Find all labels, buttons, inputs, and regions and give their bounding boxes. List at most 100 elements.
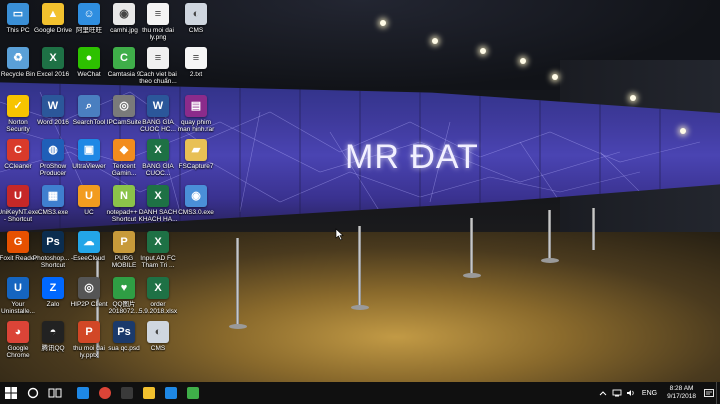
calculator-icon [121,387,133,399]
qq-icon: ◓ [42,321,64,343]
excel-doc-icon: X [147,139,169,161]
uninstaller-icon: U [7,277,29,299]
taskbar-app-button[interactable] [116,382,138,404]
tencent-gaming-icon: ◆ [113,139,135,161]
uc-browser-icon: U [78,185,100,207]
aliwangwang-icon: ☺ [78,3,100,25]
hip2p-icon: ◎ [78,277,100,299]
recycle-bin-icon: ♻ [7,47,29,69]
tray-overflow-button[interactable] [596,382,610,404]
desktop-icon[interactable]: ◕ Google Chrome [0,321,36,359]
ccleaner-icon: C [7,139,29,161]
folder-icon: ▰ [185,139,207,161]
desktop-icon[interactable]: Xorder 5.9.2018.xlsx [139,277,177,315]
text-file-icon: ≡ [185,47,207,69]
clock-date: 9/17/2018 [667,393,696,400]
desktop-icon[interactable]: ≡ 2.txt [178,47,214,78]
speaker-icon [626,390,634,396]
system-tray: ENG 8:28 AM 9/17/2018 [596,382,720,404]
this-pc-icon: ▭ [7,3,29,25]
camtasia-icon [187,387,199,399]
start-button[interactable] [0,382,22,404]
cms-icon: ◐ [185,3,207,25]
pptx-file-icon: P [78,321,100,343]
taskbar-clock[interactable]: 8:28 AM 9/17/2018 [661,385,702,401]
tray-network-button[interactable] [610,382,624,404]
edge-icon [77,387,89,399]
notification-icon [704,388,714,397]
desktop-icon[interactable]: U UniKeyNT.exe - Shortcut [0,185,39,223]
store-icon [165,387,177,399]
desktop-icon[interactable]: ◉ CMS3.0.exe [178,185,214,216]
excel-doc-icon: X [147,231,169,253]
ultraviewer-icon: ▣ [78,139,100,161]
norton-icon: ✓ [7,95,29,117]
desktop-icon[interactable]: ◐ CMS [140,321,176,352]
desktop-icon[interactable]: Pthu moi dai ly.pptx [71,321,107,359]
cortana-search-button[interactable] [22,382,44,404]
desktop-icon[interactable]: ◐ CMS [178,3,214,34]
rar-archive-icon: ▤ [185,95,207,117]
document-icon: ≡ [147,47,169,69]
unikey-icon: U [7,185,29,207]
taskbar-app-button[interactable] [138,382,160,404]
task-view-icon [48,388,62,398]
desktop-icon[interactable]: X Excel 2016 [35,47,71,78]
eseecloud-icon: ☁ [78,231,100,253]
zalo-icon: Z [42,277,64,299]
desktop-icon[interactable]: X BANG GIA CUOC... [140,139,176,177]
desktop-icon[interactable]: ▲ Google Drive [34,3,72,34]
desktop-icon[interactable]: Z Zalo [35,277,71,308]
taskbar-app-button[interactable] [182,382,204,404]
desktop-icon[interactable]: X DANH SACH KHACH HA... [138,185,178,223]
word-icon: W [42,95,64,117]
cms3-icon: ▦ [42,185,64,207]
desktop-icon-label: quay phim man hinh.rar [177,119,215,133]
task-view-button[interactable] [44,382,66,404]
desktop-icon[interactable]: W Word 2016 [35,95,71,126]
windows-logo-icon [5,387,17,399]
foxit-reader-icon: G [7,231,29,253]
desktop-icon[interactable]: ◓ 腾讯QQ [35,321,71,352]
taskbar-app-button[interactable] [94,382,116,404]
taskbar-app-button[interactable] [72,382,94,404]
desktop-icon[interactable]: ▦ CMS3.exe [35,185,71,216]
desktop-icon[interactable]: ≡ Cach viet bai theo chuẩn... [139,47,177,85]
desktop-icon-label: CMS3.0.exe [178,209,214,216]
desktop-icon[interactable]: ▰ FSCapture7 [178,139,214,170]
desktop-icon[interactable]: ≡ thu moi dai ly.png [140,3,176,41]
google-drive-icon: ▲ [42,3,64,25]
desktop-icon-label: FSCapture7 [178,163,214,170]
desktop-icon[interactable]: Ps Photoshop... - Shortcut [33,231,73,269]
chevron-up-icon [599,391,607,396]
camera-icon: ◎ [113,95,135,117]
cortana-icon [27,387,39,399]
search-icon: ⌕ [78,95,100,117]
proshow-icon: ◍ [42,139,64,161]
taskbar: ENG 8:28 AM 9/17/2018 [0,382,720,404]
wechat-icon: ● [78,47,100,69]
language-indicator[interactable]: ENG [638,390,661,397]
desktop-icon[interactable]: ▤ quay phim man hinh.rar [178,95,214,133]
desktop-icon[interactable]: ◍ ProShow Producer [35,139,71,177]
excel-doc-icon: X [147,185,169,207]
taskbar-app-button[interactable] [160,382,182,404]
photoshop-icon: Ps [42,231,64,253]
action-center-button[interactable] [702,382,716,404]
desktop-icon[interactable]: U Your Uninstalle... [0,277,36,315]
desktop-icon[interactable]: X Input AD FC Tham Tri ... [140,231,176,269]
desktop-icon[interactable]: W BANG GIA CUOC HC... [140,95,176,133]
clock-time: 8:28 AM [669,385,694,392]
network-icon [612,389,622,397]
desktop-icon[interactable]: ✓ Norton Security [0,95,36,133]
desktop-icon-label: Input AD FC Tham Tri ... [140,255,176,269]
excel-icon: X [42,47,64,69]
desktop-icon-label: CMS [188,27,204,34]
pubg-icon: P [113,231,135,253]
chrome-icon: ◕ [7,321,29,343]
tray-volume-button[interactable] [624,382,638,404]
image-file-icon: ♥ [113,277,135,299]
show-desktop-button[interactable] [716,382,720,404]
cms-icon: ◐ [147,321,169,343]
taskbar-pinned-apps [72,382,204,404]
